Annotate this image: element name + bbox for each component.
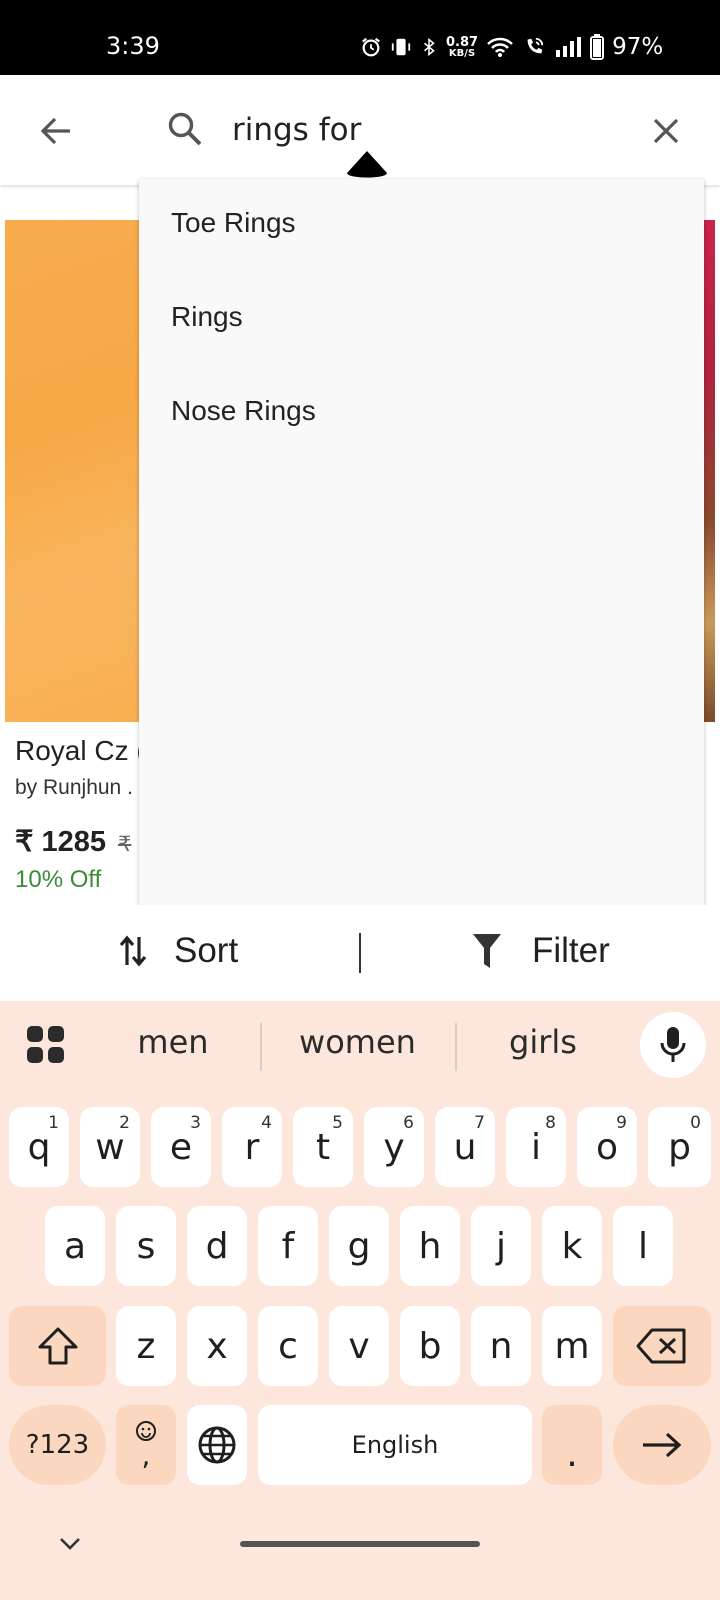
sort-label: Sort xyxy=(174,931,239,970)
product-mrp: ₹ xyxy=(118,833,132,856)
sort-filter-bar: Sort Filter xyxy=(0,905,720,1001)
product-price: ₹ 1285 xyxy=(15,826,107,858)
backspace-key[interactable] xyxy=(613,1306,711,1386)
product-discount: 10% Off xyxy=(15,866,102,893)
key-v[interactable]: v xyxy=(329,1306,389,1386)
battery-icon xyxy=(590,34,605,60)
product-image[interactable] xyxy=(5,220,140,722)
key-h[interactable]: h xyxy=(400,1206,460,1286)
chevron-down-icon[interactable] xyxy=(56,1530,84,1558)
status-bar: 3:39 0.87 KB/S 97% xyxy=(0,0,720,75)
alarm-icon xyxy=(362,37,380,57)
globe-icon xyxy=(198,1426,236,1464)
key-y[interactable]: y6 xyxy=(364,1107,424,1187)
voice-input-button[interactable] xyxy=(640,1012,706,1078)
divider xyxy=(359,933,361,973)
grid-apps-icon xyxy=(27,1026,64,1063)
language-key[interactable] xyxy=(187,1405,247,1485)
key-r[interactable]: r4 xyxy=(222,1107,282,1187)
filter-button[interactable]: Filter xyxy=(472,927,610,975)
close-icon xyxy=(653,118,679,144)
status-icons: 0.87 KB/S 97% xyxy=(360,30,663,64)
shift-key[interactable] xyxy=(9,1306,106,1386)
keyboard-suggestion[interactable]: women xyxy=(275,1023,440,1061)
key-o[interactable]: o9 xyxy=(577,1107,637,1187)
key-k[interactable]: k xyxy=(542,1206,602,1286)
text-cursor-handle[interactable] xyxy=(347,151,387,179)
keyboard: men women girls q1 w2 e3 r4 t5 y6 u7 i8 … xyxy=(0,1001,720,1600)
back-button[interactable] xyxy=(36,111,76,151)
key-s[interactable]: s xyxy=(116,1206,176,1286)
period-key[interactable]: . xyxy=(542,1405,602,1485)
clear-search-button[interactable] xyxy=(646,111,686,151)
wifi-icon xyxy=(487,37,513,57)
key-i[interactable]: i8 xyxy=(506,1107,566,1187)
key-u[interactable]: u7 xyxy=(435,1107,495,1187)
vibrate-icon xyxy=(391,38,411,56)
key-j[interactable]: j xyxy=(471,1206,531,1286)
sort-arrows-icon xyxy=(119,935,147,967)
space-key[interactable]: English xyxy=(258,1405,532,1485)
key-p[interactable]: p0 xyxy=(648,1107,711,1187)
key-f[interactable]: f xyxy=(258,1206,318,1286)
suggestion-divider xyxy=(260,1023,262,1071)
arrow-right-icon xyxy=(643,1432,682,1458)
key-b[interactable]: b xyxy=(400,1306,460,1386)
key-n[interactable]: n xyxy=(471,1306,531,1386)
key-x[interactable]: x xyxy=(187,1306,247,1386)
search-icon xyxy=(165,109,205,149)
suggestion-item[interactable]: Nose Rings xyxy=(171,395,316,427)
key-z[interactable]: z xyxy=(116,1306,176,1386)
status-time: 3:39 xyxy=(106,32,160,60)
keyboard-suggestion[interactable]: men xyxy=(100,1023,246,1061)
search-input[interactable] xyxy=(232,105,612,155)
backspace-icon xyxy=(636,1328,686,1364)
key-a[interactable]: a xyxy=(45,1206,105,1286)
wifi-call-icon xyxy=(527,37,544,54)
key-l[interactable]: l xyxy=(613,1206,673,1286)
sort-button[interactable]: Sort xyxy=(118,927,238,975)
suggestion-item[interactable]: Toe Rings xyxy=(171,207,296,239)
product-brand: by Runjhun . xyxy=(15,776,133,799)
microphone-icon xyxy=(660,1027,686,1062)
filter-label: Filter xyxy=(532,931,610,970)
key-g[interactable]: g xyxy=(329,1206,389,1286)
suggestion-divider xyxy=(455,1023,457,1071)
keyboard-suggestion[interactable]: girls xyxy=(470,1023,616,1061)
search-suggestions: Toe Rings Rings Nose Rings xyxy=(139,179,704,927)
key-e[interactable]: e3 xyxy=(151,1107,211,1187)
keyboard-apps-button[interactable] xyxy=(26,1025,66,1065)
network-speed: 0.87 KB/S xyxy=(446,34,479,59)
battery-percent: 97% xyxy=(612,34,664,60)
enter-key[interactable] xyxy=(613,1405,711,1485)
arrow-left-icon xyxy=(40,117,70,145)
signal-icon xyxy=(556,37,582,57)
shift-icon xyxy=(38,1327,77,1365)
product-title[interactable]: Royal Cz ( xyxy=(15,735,146,767)
emoji-comma-key[interactable]: , xyxy=(116,1405,176,1485)
key-t[interactable]: t5 xyxy=(293,1107,353,1187)
key-w[interactable]: w2 xyxy=(80,1107,140,1187)
gesture-nav-handle[interactable] xyxy=(240,1541,480,1547)
key-q[interactable]: q1 xyxy=(9,1107,69,1187)
bluetooth-icon xyxy=(424,37,435,57)
symbols-key[interactable]: ?123 xyxy=(9,1405,106,1485)
funnel-icon xyxy=(473,934,501,968)
key-c[interactable]: c xyxy=(258,1306,318,1386)
key-m[interactable]: m xyxy=(542,1306,602,1386)
key-d[interactable]: d xyxy=(187,1206,247,1286)
suggestion-item[interactable]: Rings xyxy=(171,301,243,333)
